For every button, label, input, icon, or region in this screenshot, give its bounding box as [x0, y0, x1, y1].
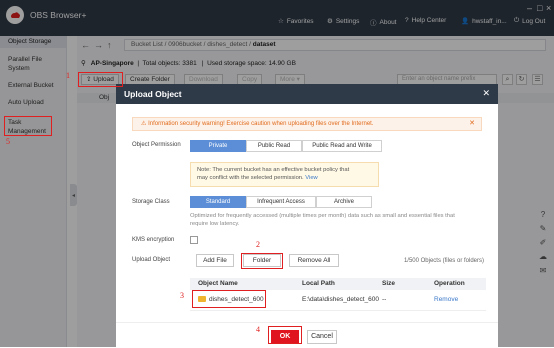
permission-label: Object Permission: [132, 142, 181, 148]
file-table-header: Object Name Local Path Size Operation: [190, 278, 486, 290]
dialog-footer: OK Cancel: [116, 322, 498, 348]
add-file-button[interactable]: Add File: [196, 254, 234, 267]
cancel-button[interactable]: Cancel: [307, 330, 337, 344]
storage-class-label: Storage Class: [132, 199, 170, 205]
storage-class-selector: Standard Infrequent Access Archive: [190, 196, 450, 208]
permission-selector: Private Public Read Public Read and Writ…: [190, 140, 450, 152]
dialog-close-icon[interactable]: ✕: [482, 88, 490, 99]
view-link[interactable]: View: [305, 175, 317, 181]
permission-public-read[interactable]: Public Read: [246, 140, 302, 152]
kms-label: KMS encryption: [132, 237, 175, 243]
storage-archive[interactable]: Archive: [316, 196, 372, 208]
security-warning: ⚠ Information security warning! Exercise…: [132, 117, 482, 131]
permission-public-read-write[interactable]: Public Read and Write: [302, 140, 382, 152]
storage-infrequent-access[interactable]: Infrequent Access: [246, 196, 316, 208]
kms-checkbox[interactable]: [190, 236, 198, 244]
annotation-2: 2: [256, 240, 260, 249]
annotation-box-file-row: [192, 290, 266, 308]
remove-link[interactable]: Remove: [434, 290, 458, 310]
annotation-5: 5: [6, 137, 10, 146]
annotation-box-folder: [241, 253, 283, 269]
upload-object-dialog: Upload Object ✕ ⚠ Information security w…: [116, 84, 498, 348]
annotation-box-task-management: [4, 116, 52, 136]
bucket-policy-note: Note: The current bucket has an effectiv…: [190, 162, 379, 187]
remove-all-button[interactable]: Remove All: [289, 254, 339, 267]
dialog-header: Upload Object ✕: [116, 84, 498, 104]
annotation-1: 1: [66, 71, 70, 80]
warning-close-icon[interactable]: ✕: [469, 118, 475, 130]
permission-private[interactable]: Private: [190, 140, 246, 152]
size-cell: --: [382, 296, 387, 303]
annotation-3: 3: [180, 291, 184, 300]
annotation-box-upload: [78, 72, 123, 87]
storage-hint: Optimized for frequently accessed (multi…: [190, 213, 455, 227]
object-count: 1/500 Objects (files or folders): [403, 258, 484, 264]
local-path-cell: E:\data\dishes_detect_600: [302, 296, 379, 303]
storage-standard[interactable]: Standard: [190, 196, 246, 208]
warning-icon: ⚠: [141, 121, 147, 127]
upload-object-label: Upload Object: [132, 257, 171, 263]
annotation-box-ok: [268, 326, 302, 344]
annotation-4: 4: [256, 325, 260, 334]
dialog-title: Upload Object: [124, 89, 182, 99]
